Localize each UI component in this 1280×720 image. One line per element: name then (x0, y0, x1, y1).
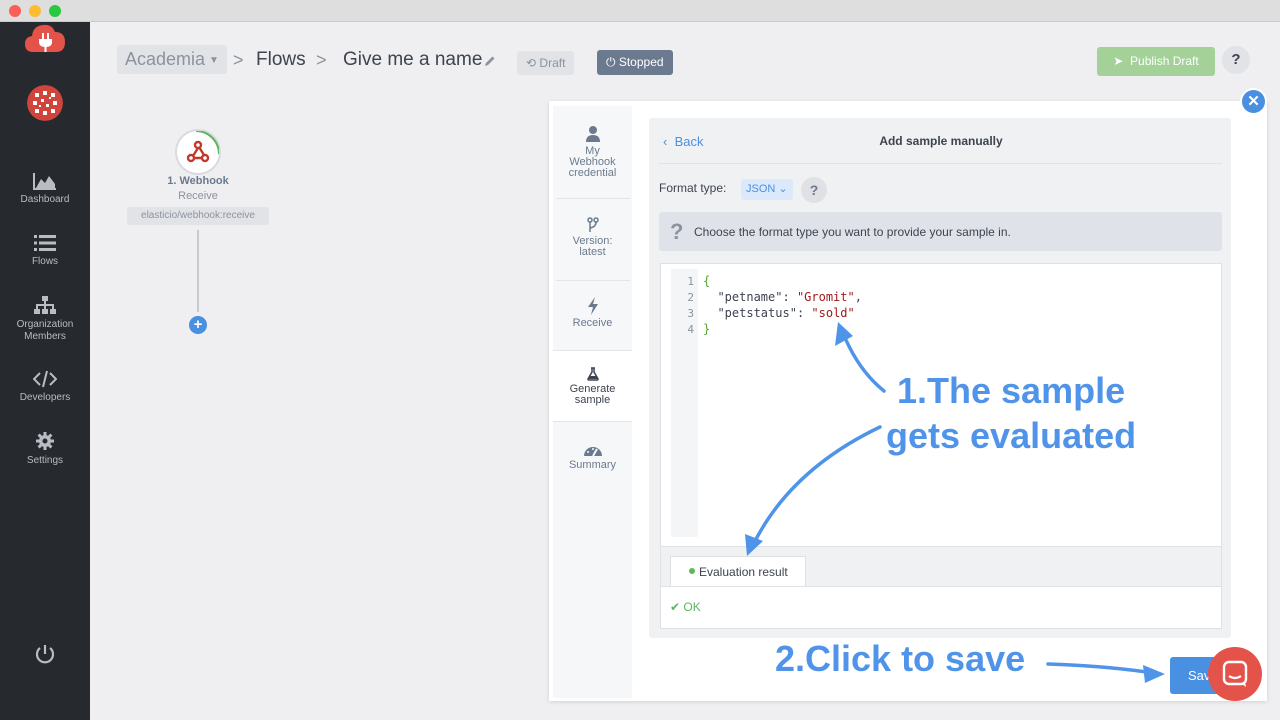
annotation-step-1-line-1: 1.The sample (897, 370, 1126, 411)
annotation-arrows (745, 322, 1165, 683)
arrowhead (1143, 665, 1165, 683)
annotation-step-2: 2.Click to save (775, 638, 1026, 679)
arrow-to-result (751, 425, 882, 547)
arrowhead (745, 534, 763, 556)
annotation-step-1-line-2: gets evaluated (886, 415, 1137, 456)
arrow-to-code (841, 331, 886, 393)
arrowhead (835, 322, 853, 346)
